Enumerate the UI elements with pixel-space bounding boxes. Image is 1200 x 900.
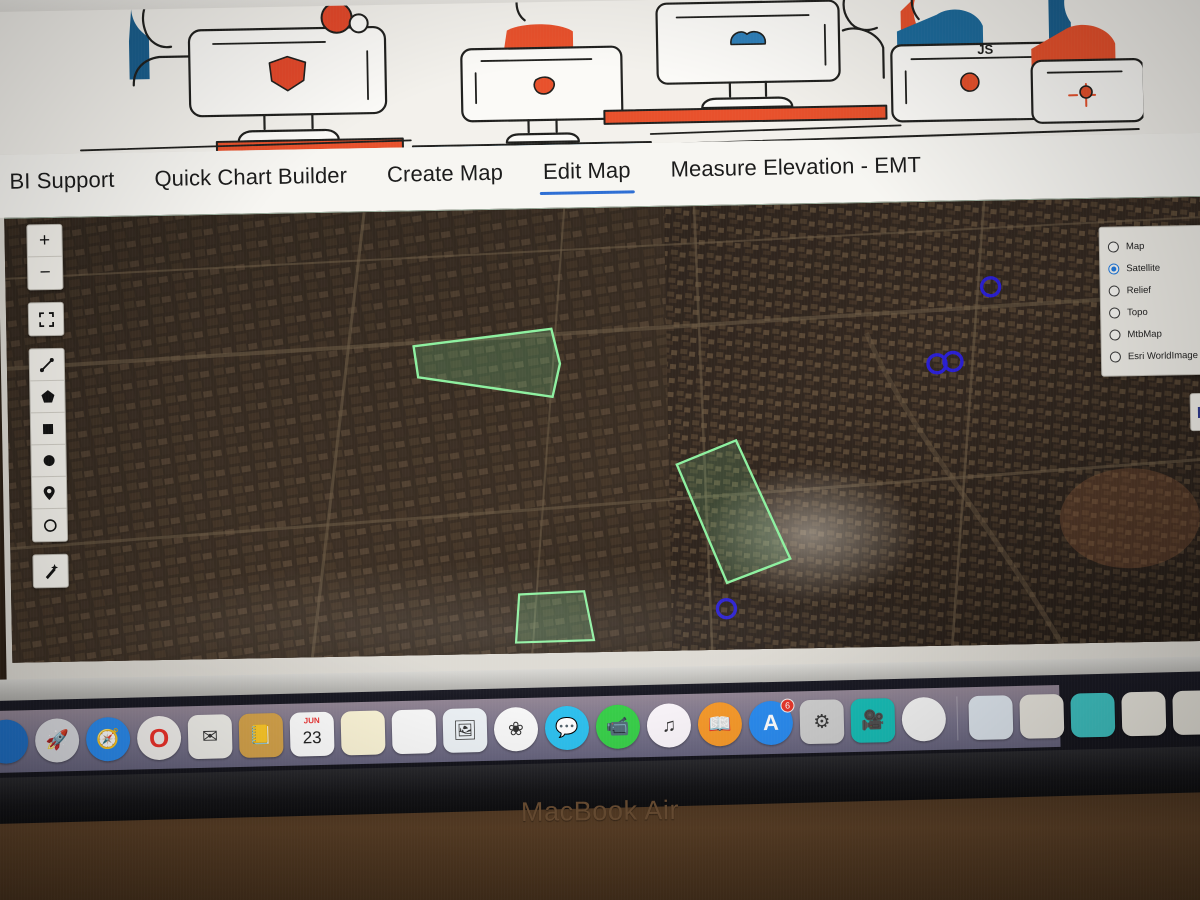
contacts-icon[interactable]: 📒 (238, 712, 284, 758)
layer-option-satellite[interactable]: Satellite (1108, 256, 1200, 280)
nav-tab-measure-elevation-emt[interactable]: Measure Elevation - EMT (666, 148, 925, 193)
draw-marker-button[interactable] (31, 476, 67, 510)
calendar-month-label: JUN (303, 716, 320, 726)
ibooks-glyph: 📖 (707, 713, 733, 736)
photos-icon[interactable]: ❀ (493, 706, 539, 752)
documents-stack-icon[interactable] (1019, 693, 1065, 739)
edit-shapes-button[interactable] (33, 555, 68, 588)
js-logo-text: JS (977, 42, 994, 57)
preview-glyph: 🖼 (452, 719, 478, 742)
map-toolbar: + − (26, 223, 69, 589)
ibooks-icon[interactable]: 📖 (697, 701, 743, 747)
layer-option-relief[interactable]: Relief (1108, 278, 1200, 302)
fullscreen-icon[interactable] (29, 303, 64, 336)
draw-circle-button[interactable] (31, 444, 66, 478)
layer-option-mtbmap[interactable]: MtbMap (1109, 322, 1200, 346)
map-pin-icon (43, 485, 55, 500)
nav-tab-create-map[interactable]: Create Map (383, 156, 508, 198)
zoom-in-button[interactable]: + (27, 224, 62, 258)
radio-relief[interactable] (1108, 284, 1120, 297)
layer-label: Esri WorldImage (1127, 349, 1199, 362)
draw-circlemarker-button[interactable] (33, 509, 68, 542)
filled-circle-icon (43, 455, 55, 467)
nav-tab-quick-chart-builder[interactable]: Quick Chart Builder (150, 158, 351, 202)
circle-outline-icon (43, 518, 57, 532)
layer-label: Satellite (1126, 262, 1161, 274)
zoom-out-button[interactable]: − (28, 257, 63, 290)
map-canvas[interactable]: + − Map Satellite Relief Topo MtbMap Esr… (4, 195, 1200, 663)
messages-glyph: 💬 (554, 717, 580, 739)
layer-label: Relief (1126, 284, 1152, 296)
mail-stamp-icon[interactable]: ✉ (187, 714, 233, 760)
opera-icon[interactable]: O (136, 715, 182, 761)
radio-satellite[interactable] (1108, 262, 1120, 275)
laptop-screen: ▷ ♡ ⇧ ⇩ (0, 0, 1200, 690)
notes-icon[interactable] (340, 710, 386, 756)
nav-tab-bi-support[interactable]: BI Support (5, 163, 119, 205)
hero-illustration-banner: JS (0, 0, 1200, 155)
nav-tab-list: BI Support Quick Chart Builder Create Map E… (5, 148, 925, 205)
messages-icon[interactable]: 💬 (544, 705, 590, 751)
reminders-icon[interactable] (391, 709, 437, 755)
polyline-icon (39, 357, 54, 372)
document-file-icon[interactable] (1121, 691, 1167, 737)
expand-icon (38, 311, 54, 327)
satellite-imagery (4, 196, 1200, 663)
facetime-icon[interactable]: 📹 (595, 704, 641, 750)
radio-map[interactable] (1107, 240, 1119, 253)
draw-rectangle-button[interactable] (30, 412, 66, 446)
layer-option-map[interactable]: Map (1107, 234, 1200, 258)
quicktime-icon[interactable]: 🎥 (850, 697, 896, 744)
quicktime-glyph: 🎥 (860, 709, 885, 732)
pentagon-icon (40, 390, 54, 403)
draw-tools-group (28, 347, 69, 543)
basemap-layer-selector[interactable]: Map Satellite Relief Topo MtbMap Esri WorldIm… (1098, 224, 1200, 377)
itunes-icon[interactable]: ♫ (646, 702, 692, 749)
contacts-glyph: 📒 (248, 724, 274, 747)
draw-line-button[interactable] (29, 348, 65, 382)
system-preferences-icon[interactable]: ⚙ (799, 699, 845, 745)
mail-stamp-glyph: ✉ (201, 726, 219, 748)
launchpad-glyph: 🚀 (45, 729, 70, 752)
layer-label: Map (1125, 240, 1145, 252)
app-store-badge: 6 (780, 698, 795, 713)
layer-option-topo[interactable]: Topo (1108, 300, 1200, 324)
draw-polygon-button[interactable] (30, 380, 65, 414)
photo-of-laptop-screen: ▷ ♡ ⇧ ⇩ (0, 0, 1200, 900)
app-store-icon[interactable]: A6 (748, 698, 795, 746)
layer-label: Topo (1126, 306, 1148, 318)
downloads-folder-icon[interactable] (1070, 692, 1116, 738)
photo-document-icon[interactable] (968, 695, 1014, 741)
safari-icon[interactable]: 🧭 (85, 716, 131, 762)
chrome-icon[interactable] (901, 696, 947, 742)
system-preferences-glyph: ⚙ (813, 711, 831, 733)
calendar-day-label: 23 (302, 727, 322, 748)
opera-glyph: O (148, 722, 170, 754)
app-store-glyph: A (762, 709, 780, 736)
safari-glyph: 🧭 (96, 728, 121, 750)
siri-icon[interactable] (0, 719, 29, 765)
radio-mtbmap[interactable] (1109, 328, 1121, 341)
photos-glyph: ❀ (507, 718, 525, 740)
layer-label: MtbMap (1127, 328, 1162, 340)
fullscreen-control-group (27, 301, 65, 337)
facetime-glyph: 📹 (605, 715, 631, 738)
layer-option-esri-worldimage[interactable]: Esri WorldImage (1109, 344, 1200, 368)
side-control-button[interactable] (1189, 392, 1200, 432)
calendar-icon[interactable]: JUN 23 (289, 711, 335, 757)
dock-separator (956, 696, 959, 741)
square-icon (42, 423, 54, 434)
itunes-glyph: ♫ (661, 714, 677, 737)
text-document-icon[interactable] (1172, 690, 1200, 736)
radio-topo[interactable] (1108, 306, 1121, 319)
edit-tools-group (32, 553, 69, 589)
nav-tab-edit-map[interactable]: Edit Map (539, 153, 635, 195)
magic-wand-icon (45, 563, 58, 579)
preview-icon[interactable]: 🖼 (442, 707, 488, 754)
launchpad-icon[interactable]: 🚀 (34, 717, 80, 763)
office-people-illustration: JS (78, 0, 1144, 155)
radio-esri-worldimage[interactable] (1109, 350, 1122, 363)
zoom-control-group: + − (26, 223, 64, 291)
